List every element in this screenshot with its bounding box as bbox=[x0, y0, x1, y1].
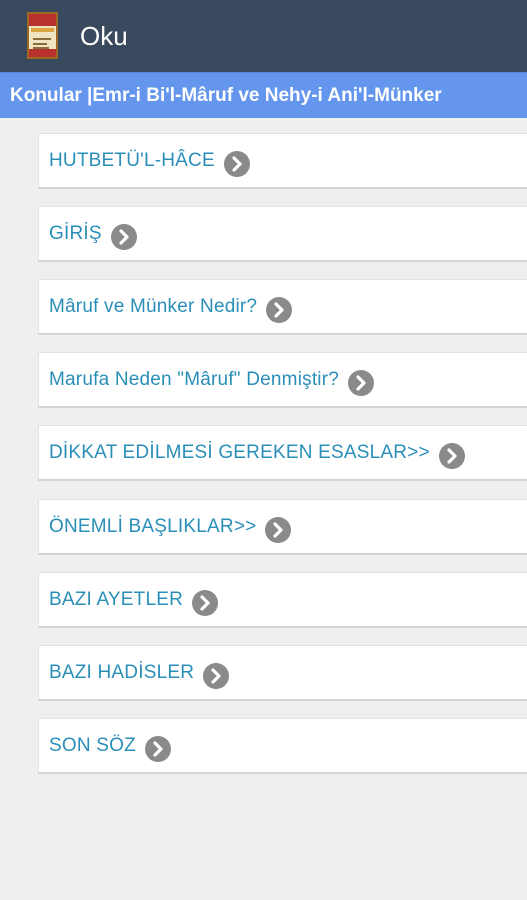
chevron-right-circle-icon bbox=[266, 296, 293, 323]
chevron-right-circle-icon bbox=[203, 662, 230, 689]
chevron-right-circle-icon bbox=[265, 516, 292, 543]
topic-label: Mâruf ve Münker Nedir? bbox=[49, 295, 258, 317]
book-cover-icon[interactable] bbox=[27, 12, 58, 59]
topic-label: BAZI HADİSLER bbox=[49, 661, 195, 683]
topic-header: Konular |Emr-i Bi'l-Mâruf ve Nehy-i Ani'… bbox=[0, 72, 527, 118]
topic-item-bazi-hadisler[interactable]: BAZI HADİSLER bbox=[38, 645, 527, 701]
topic-item-marufa-neden[interactable]: Marufa Neden "Mâruf" Denmiştir? bbox=[38, 352, 527, 408]
action-bar: Oku bbox=[0, 0, 527, 72]
topic-item-giris[interactable]: GİRİŞ bbox=[38, 206, 527, 262]
topic-label: Marufa Neden "Mâruf" Denmiştir? bbox=[49, 368, 340, 390]
topic-label: DİKKAT EDİLMESİ GEREKEN ESASLAR>> bbox=[49, 441, 430, 463]
topic-item-onemli-basliklar[interactable]: ÖNEMLİ BAŞLIKLAR>> bbox=[38, 499, 527, 555]
topic-item-son-soz[interactable]: SON SÖZ bbox=[38, 718, 527, 774]
chevron-right-circle-icon bbox=[110, 223, 137, 250]
topic-item-bazi-ayetler[interactable]: BAZI AYETLER bbox=[38, 572, 527, 628]
topic-item-maruf-ve-munker[interactable]: Mâruf ve Münker Nedir? bbox=[38, 279, 527, 335]
topic-label: HUTBETÜ'L-HÂCE bbox=[49, 149, 215, 171]
chevron-right-circle-icon bbox=[144, 735, 171, 762]
chevron-right-circle-icon bbox=[223, 150, 250, 177]
topic-label: SON SÖZ bbox=[49, 734, 136, 756]
topic-label: GİRİŞ bbox=[49, 222, 102, 244]
topic-item-dikkat-edilmesi[interactable]: DİKKAT EDİLMESİ GEREKEN ESASLAR>> bbox=[38, 425, 527, 481]
chevron-right-circle-icon bbox=[192, 589, 219, 616]
app-title: Oku bbox=[80, 21, 128, 51]
topic-item-hutbetul-hace[interactable]: HUTBETÜ'L-HÂCE bbox=[38, 133, 527, 189]
topic-header-text: Konular |Emr-i Bi'l-Mâruf ve Nehy-i Ani'… bbox=[10, 84, 442, 106]
chevron-right-circle-icon bbox=[348, 369, 375, 396]
chevron-right-circle-icon bbox=[438, 442, 465, 469]
topic-label: BAZI AYETLER bbox=[49, 588, 184, 610]
topic-label: ÖNEMLİ BAŞLIKLAR>> bbox=[49, 515, 257, 537]
